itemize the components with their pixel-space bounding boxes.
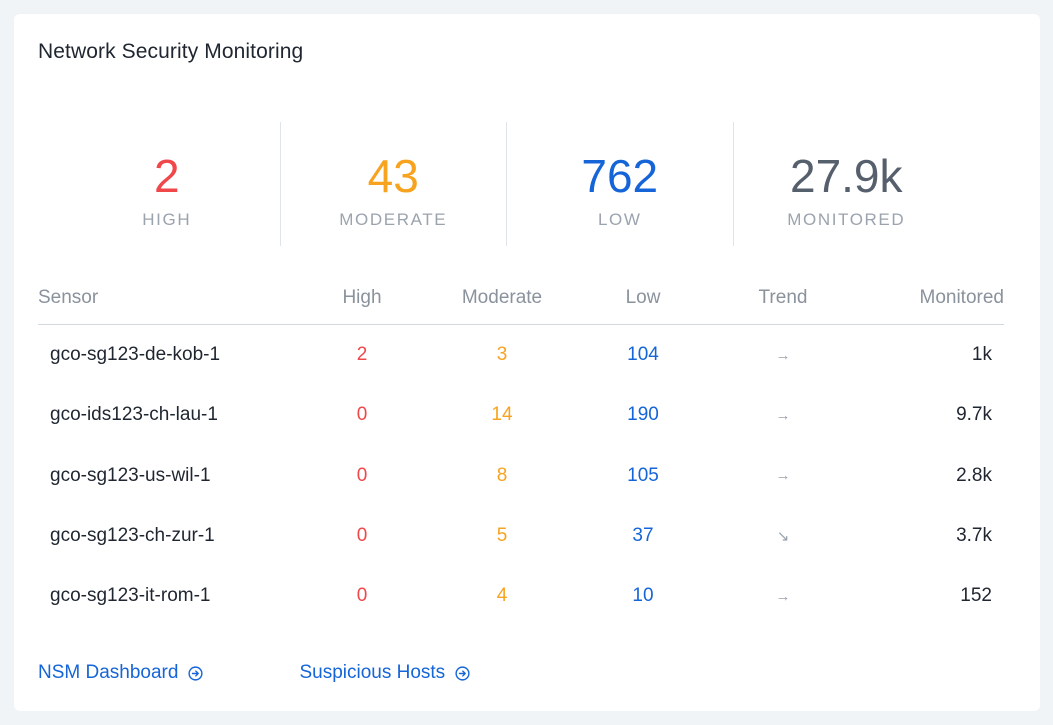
sensor-name: gco-sg123-ch-zur-1 — [50, 525, 215, 547]
monitored-count: 3.7k — [956, 525, 992, 547]
high-count: 0 — [356, 525, 368, 547]
high-count: 0 — [356, 404, 368, 426]
nsm-card: Network Security Monitoring 2 HIGH 43 MO… — [14, 14, 1040, 711]
header-sensor[interactable]: Sensor — [38, 287, 308, 309]
arrow-right-icon: → — [775, 587, 791, 605]
stat-high-value: 2 — [153, 150, 180, 202]
moderate-count: 3 — [496, 344, 508, 366]
stat-moderate: 43 MODERATE — [279, 122, 507, 246]
sensor-table: Sensor High Moderate Low Trend Monitored… — [38, 272, 1004, 626]
table-row[interactable]: gco-sg123-ch-zur-1 0 5 37 ↘ 3.7k — [38, 506, 1004, 566]
sensor-name: gco-sg123-it-rom-1 — [50, 585, 211, 607]
stat-low-value: 762 — [581, 150, 659, 202]
stat-monitored-label: MONITORED — [787, 210, 906, 229]
sensor-name: gco-sg123-us-wil-1 — [50, 464, 211, 486]
high-count: 0 — [356, 464, 368, 486]
header-moderate[interactable]: Moderate — [416, 287, 588, 309]
stat-low: 762 LOW — [506, 122, 733, 246]
header-monitored[interactable]: Monitored — [868, 287, 1005, 309]
moderate-count: 5 — [496, 525, 508, 547]
stat-high-label: HIGH — [142, 210, 192, 229]
header-high[interactable]: High — [308, 287, 416, 309]
table-row[interactable]: gco-ids123-ch-lau-1 0 14 190 → 9.7k — [38, 385, 1004, 445]
monitored-count: 1k — [971, 344, 992, 366]
header-trend[interactable]: Trend — [698, 287, 868, 309]
nsm-dashboard-link-label: NSM Dashboard — [38, 662, 179, 683]
sensor-name: gco-ids123-ch-lau-1 — [50, 404, 218, 426]
circle-arrow-right-icon — [188, 665, 204, 681]
stat-high: 2 HIGH — [54, 122, 280, 246]
summary-stats: 2 HIGH 43 MODERATE 762 LOW 27.9k MONITOR… — [54, 122, 959, 246]
arrow-right-icon: → — [775, 467, 791, 485]
low-count: 105 — [627, 464, 659, 486]
suspicious-hosts-link-label: Suspicious Hosts — [299, 662, 446, 683]
low-count: 190 — [627, 404, 659, 426]
table-row[interactable]: gco-sg123-us-wil-1 0 8 105 → 2.8k — [38, 446, 1004, 506]
moderate-count: 4 — [496, 585, 508, 607]
monitored-count: 9.7k — [956, 404, 992, 426]
monitored-count: 2.8k — [956, 464, 992, 486]
suspicious-hosts-link[interactable]: Suspicious Hosts — [299, 662, 470, 684]
arrow-right-icon: → — [775, 406, 791, 424]
low-count: 104 — [627, 344, 659, 366]
arrow-right-icon: → — [775, 346, 791, 364]
table-header: Sensor High Moderate Low Trend Monitored — [38, 272, 1004, 325]
arrow-down-right-icon: ↘ — [776, 528, 790, 546]
footer-links: NSM Dashboard Suspicious Hosts — [38, 662, 470, 684]
stat-moderate-label: MODERATE — [339, 210, 448, 229]
stat-low-label: LOW — [597, 210, 642, 229]
stat-monitored-value: 27.9k — [789, 150, 903, 202]
card-title: Network Security Monitoring — [38, 40, 304, 63]
circle-arrow-right-icon — [455, 665, 470, 681]
header-low[interactable]: Low — [588, 287, 698, 309]
monitored-count: 152 — [960, 585, 992, 607]
stat-monitored: 27.9k MONITORED — [732, 122, 960, 246]
stat-moderate-value: 43 — [367, 150, 419, 202]
table-row[interactable]: gco-sg123-it-rom-1 0 4 10 → 152 — [38, 566, 1004, 626]
sensor-name: gco-sg123-de-kob-1 — [50, 344, 221, 366]
moderate-count: 14 — [491, 404, 513, 426]
high-count: 0 — [356, 585, 368, 607]
high-count: 2 — [356, 344, 368, 366]
low-count: 10 — [632, 585, 654, 607]
nsm-dashboard-link[interactable]: NSM Dashboard — [38, 662, 204, 684]
table-row[interactable]: gco-sg123-de-kob-1 2 3 104 → 1k — [38, 325, 1004, 385]
moderate-count: 8 — [496, 464, 508, 486]
low-count: 37 — [632, 525, 654, 547]
